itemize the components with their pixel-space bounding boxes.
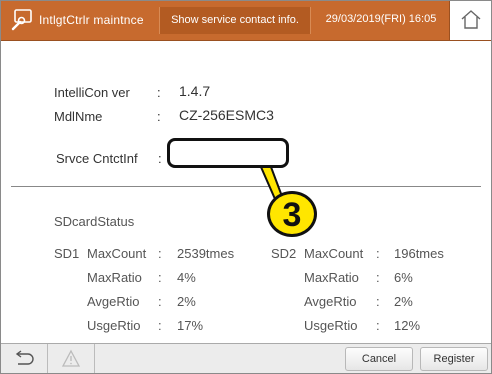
page-title-text: Show service contact info. [171,14,299,26]
sd2-maxratio-label: MaxRatio [304,270,359,285]
back-button[interactable] [1,344,48,373]
sd2-maxratio-colon: : [376,270,380,285]
sd1-usageratio-label: UsgeRtio [87,318,141,333]
app-window: IntlgtCtrlr maintnce Show service contac… [0,0,492,374]
sd2-name: SD2 [271,246,297,261]
sd2-usageratio-value: 12% [394,318,421,333]
contact-label: Srvce CntctInf [56,151,138,166]
sd1-maxratio-value: 4% [177,270,196,285]
step-number: 3 [282,196,302,234]
sd2-maxcount-value: 196tmes [394,246,444,261]
sdcard-title: SDcardStatus [54,214,135,229]
sd1-maxcount-colon: : [158,246,162,261]
sd1-maxcount-value: 2539tmes [177,246,235,261]
warning-button[interactable] [48,344,95,373]
sd1-avgratio-label: AvgeRtio [87,294,140,309]
sd1-maxratio-label: MaxRatio [87,270,142,285]
contact-colon: : [158,151,162,166]
page-title: Show service contact info. [159,7,311,34]
cancel-button[interactable]: Cancel [345,347,413,371]
register-button-label: Register [433,353,475,365]
cancel-button-label: Cancel [361,353,397,365]
sd1-usageratio-colon: : [158,318,162,333]
sd1-maxratio-colon: : [158,270,162,285]
wrench-icon [9,7,35,33]
model-colon: : [157,109,161,124]
model-value: CZ-256ESMC3 [179,107,274,123]
version-colon: : [157,85,161,100]
sd2-maxcount-label: MaxCount [304,246,364,261]
datetime-display: 29/03/2019(FRI) 16:05 [325,13,437,25]
sd2-usageratio-colon: : [376,318,380,333]
home-icon [461,10,481,29]
sd2-maxcount-colon: : [376,246,380,261]
register-button[interactable]: Register [420,347,488,371]
sd1-avgratio-value: 2% [177,294,196,309]
sd2-avgratio-label: AvgeRtio [304,294,357,309]
sd2-usageratio-label: UsgeRtio [304,318,358,333]
footer-bar: Cancel Register [1,343,491,373]
section-divider [11,186,481,187]
sd1-usageratio-value: 17% [177,318,204,333]
app-title: IntlgtCtrlr maintnce [39,13,144,27]
home-button[interactable] [449,1,491,40]
back-arrow-icon [15,350,34,365]
header-bar: IntlgtCtrlr maintnce Show service contac… [1,1,491,41]
sd2-avgratio-value: 2% [394,294,413,309]
version-label: IntelliCon ver [54,85,130,100]
sd1-avgratio-colon: : [158,294,162,309]
sd1-name: SD1 [54,246,80,261]
step-number-badge: 3 [267,191,317,237]
model-label: MdlNme [54,109,103,124]
sd1-maxcount-label: MaxCount [87,246,147,261]
warning-icon [61,349,81,367]
version-value: 1.4.7 [179,83,211,99]
sd2-avgratio-colon: : [376,294,380,309]
sd2-maxratio-value: 6% [394,270,413,285]
main-content: IntelliCon ver : 1.4.7 MdlNme : CZ-256ES… [1,41,491,343]
